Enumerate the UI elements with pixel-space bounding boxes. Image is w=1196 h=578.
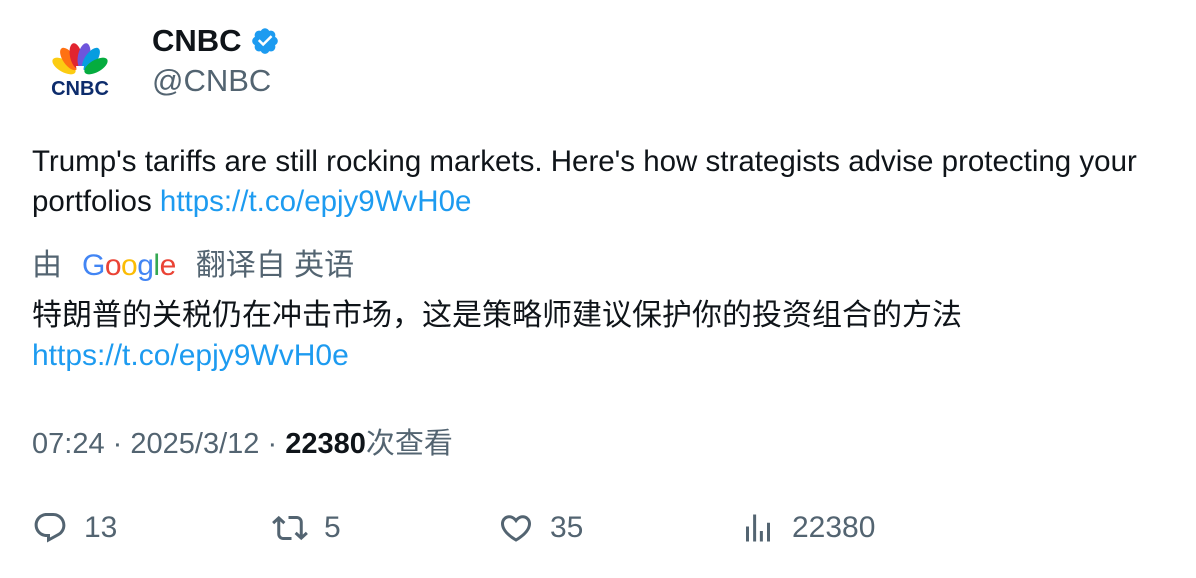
tweet-date[interactable]: 2025/3/12 xyxy=(130,428,259,460)
avatar[interactable]: CNBC xyxy=(32,28,128,124)
like-count: 35 xyxy=(550,511,584,544)
tweet-meta: 07:24 · 2025/3/12 · 22380次查看 xyxy=(32,424,453,464)
author-name[interactable]: CNBC xyxy=(152,22,242,60)
translation-prefix: 由 xyxy=(32,249,62,282)
views-button[interactable]: 22380 xyxy=(740,510,875,546)
views-action-count: 22380 xyxy=(792,511,876,544)
cnbc-peacock-logo: CNBC xyxy=(51,43,109,100)
verified-badge-icon xyxy=(250,26,280,56)
meta-separator: · xyxy=(267,428,278,460)
reply-count: 13 xyxy=(84,511,118,544)
reply-icon xyxy=(34,513,66,543)
translation-suffix: 翻译自 英语 xyxy=(195,249,355,282)
like-button[interactable]: 35 xyxy=(498,510,583,546)
retweet-button[interactable]: 5 xyxy=(272,510,341,546)
translated-body: 特朗普的关税仍在冲击市场，这是策略师建议保护你的投资组合的方法 xyxy=(32,299,962,332)
retweet-icon xyxy=(272,515,308,541)
translated-text: 特朗普的关税仍在冲击市场，这是策略师建议保护你的投资组合的方法 https://… xyxy=(32,296,1172,376)
google-logo[interactable]: Google xyxy=(82,246,176,286)
cnbc-logo-text: CNBC xyxy=(51,78,109,100)
views-count: 22380 xyxy=(285,428,366,460)
translated-link[interactable]: https://t.co/epjy9WvH0e xyxy=(32,339,349,372)
analytics-icon xyxy=(746,514,770,542)
tweet-card: CNBC CNBC @CNBC Trump's tariffs are stil… xyxy=(0,0,1196,578)
heart-icon xyxy=(500,515,532,542)
author-handle[interactable]: @CNBC xyxy=(152,62,271,100)
action-bar: 13 5 35 22380 xyxy=(0,510,1196,554)
meta-separator: · xyxy=(112,428,123,460)
translation-attribution: 由 Google 翻译自 英语 xyxy=(32,246,354,286)
views-label: 次查看 xyxy=(365,428,453,460)
reply-button[interactable]: 13 xyxy=(32,510,117,546)
tweet-link[interactable]: https://t.co/epjy9WvH0e xyxy=(160,185,472,218)
author-name-row: CNBC xyxy=(152,22,280,60)
tweet-time[interactable]: 07:24 xyxy=(32,428,105,460)
retweet-count: 5 xyxy=(324,511,341,544)
tweet-text: Trump's tariffs are still rocking market… xyxy=(32,142,1172,222)
